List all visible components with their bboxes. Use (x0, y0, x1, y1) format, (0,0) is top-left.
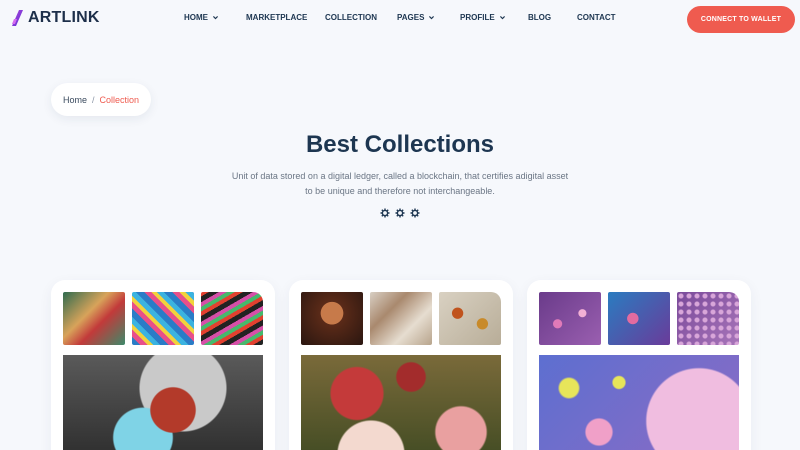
collection-card-graffiti[interactable] (51, 280, 275, 450)
collection-cover-image[interactable] (539, 355, 739, 450)
collection-card-abstract[interactable] (527, 280, 751, 450)
nav-label: PAGES (397, 13, 425, 22)
collection-thumbnail[interactable] (132, 292, 194, 345)
chevron-down-icon (499, 16, 505, 20)
nav-label: PROFILE (460, 13, 495, 22)
gear-icon (380, 208, 390, 218)
nav-item-marketplace[interactable]: MARKETPLACE (246, 13, 307, 22)
collection-thumbnail[interactable] (301, 292, 363, 345)
section-title: Best Collections (305, 131, 495, 158)
logo[interactable]: ARTLINK (10, 9, 100, 27)
breadcrumb: Home / Collection (51, 83, 151, 116)
nav-item-pages[interactable]: PAGES (397, 13, 435, 22)
collection-cover-image[interactable] (301, 355, 501, 450)
breadcrumb-home-link[interactable]: Home (63, 95, 87, 105)
nav-label: HOME (184, 13, 208, 22)
collection-thumbnail[interactable] (608, 292, 670, 345)
nav-label: MARKETPLACE (246, 13, 308, 22)
description-line: Unit of data stored on a digital ledger,… (231, 171, 569, 181)
collection-thumbnail[interactable] (439, 292, 501, 345)
collection-card-classical[interactable] (289, 280, 513, 450)
nav-item-contact[interactable]: CONTACT (577, 13, 616, 22)
breadcrumb-separator: / (91, 94, 95, 105)
collection-thumbnail[interactable] (677, 292, 739, 345)
decorative-divider (380, 208, 420, 218)
nav-label: CONTACT (577, 13, 616, 22)
header: ARTLINK HOME MARKETPLACE COLLECTION PAGE… (0, 0, 800, 38)
gear-icon (395, 208, 405, 218)
collection-cover-image[interactable] (63, 355, 263, 450)
gear-icon (410, 208, 420, 218)
thumbnail-row (63, 292, 263, 345)
nav-label: COLLECTION (325, 13, 377, 22)
collection-thumbnail[interactable] (539, 292, 601, 345)
nav-item-home[interactable]: HOME (184, 13, 219, 22)
collection-thumbnail[interactable] (63, 292, 125, 345)
nav-label: BLOG (528, 13, 552, 22)
breadcrumb-current: Collection (99, 94, 140, 105)
brand-name: ARTLINK (28, 9, 100, 26)
chevron-down-icon (213, 16, 218, 20)
chevron-down-icon (429, 16, 435, 20)
collection-thumbnail[interactable] (370, 292, 432, 345)
thumbnail-row (301, 292, 501, 345)
nav-item-collection[interactable]: COLLECTION (325, 13, 377, 22)
thumbnail-row (539, 292, 739, 345)
connect-wallet-button[interactable]: CONNECT TO WALLET (687, 6, 795, 33)
nav-item-blog[interactable]: BLOG (528, 13, 551, 22)
nav-item-profile[interactable]: PROFILE (460, 13, 506, 22)
collection-thumbnail[interactable] (201, 292, 263, 345)
logo-icon (12, 10, 23, 26)
section-description: Unit of data stored on a digital ledger,… (220, 169, 580, 199)
description-line: to be unique and therefore not interchan… (305, 186, 495, 196)
